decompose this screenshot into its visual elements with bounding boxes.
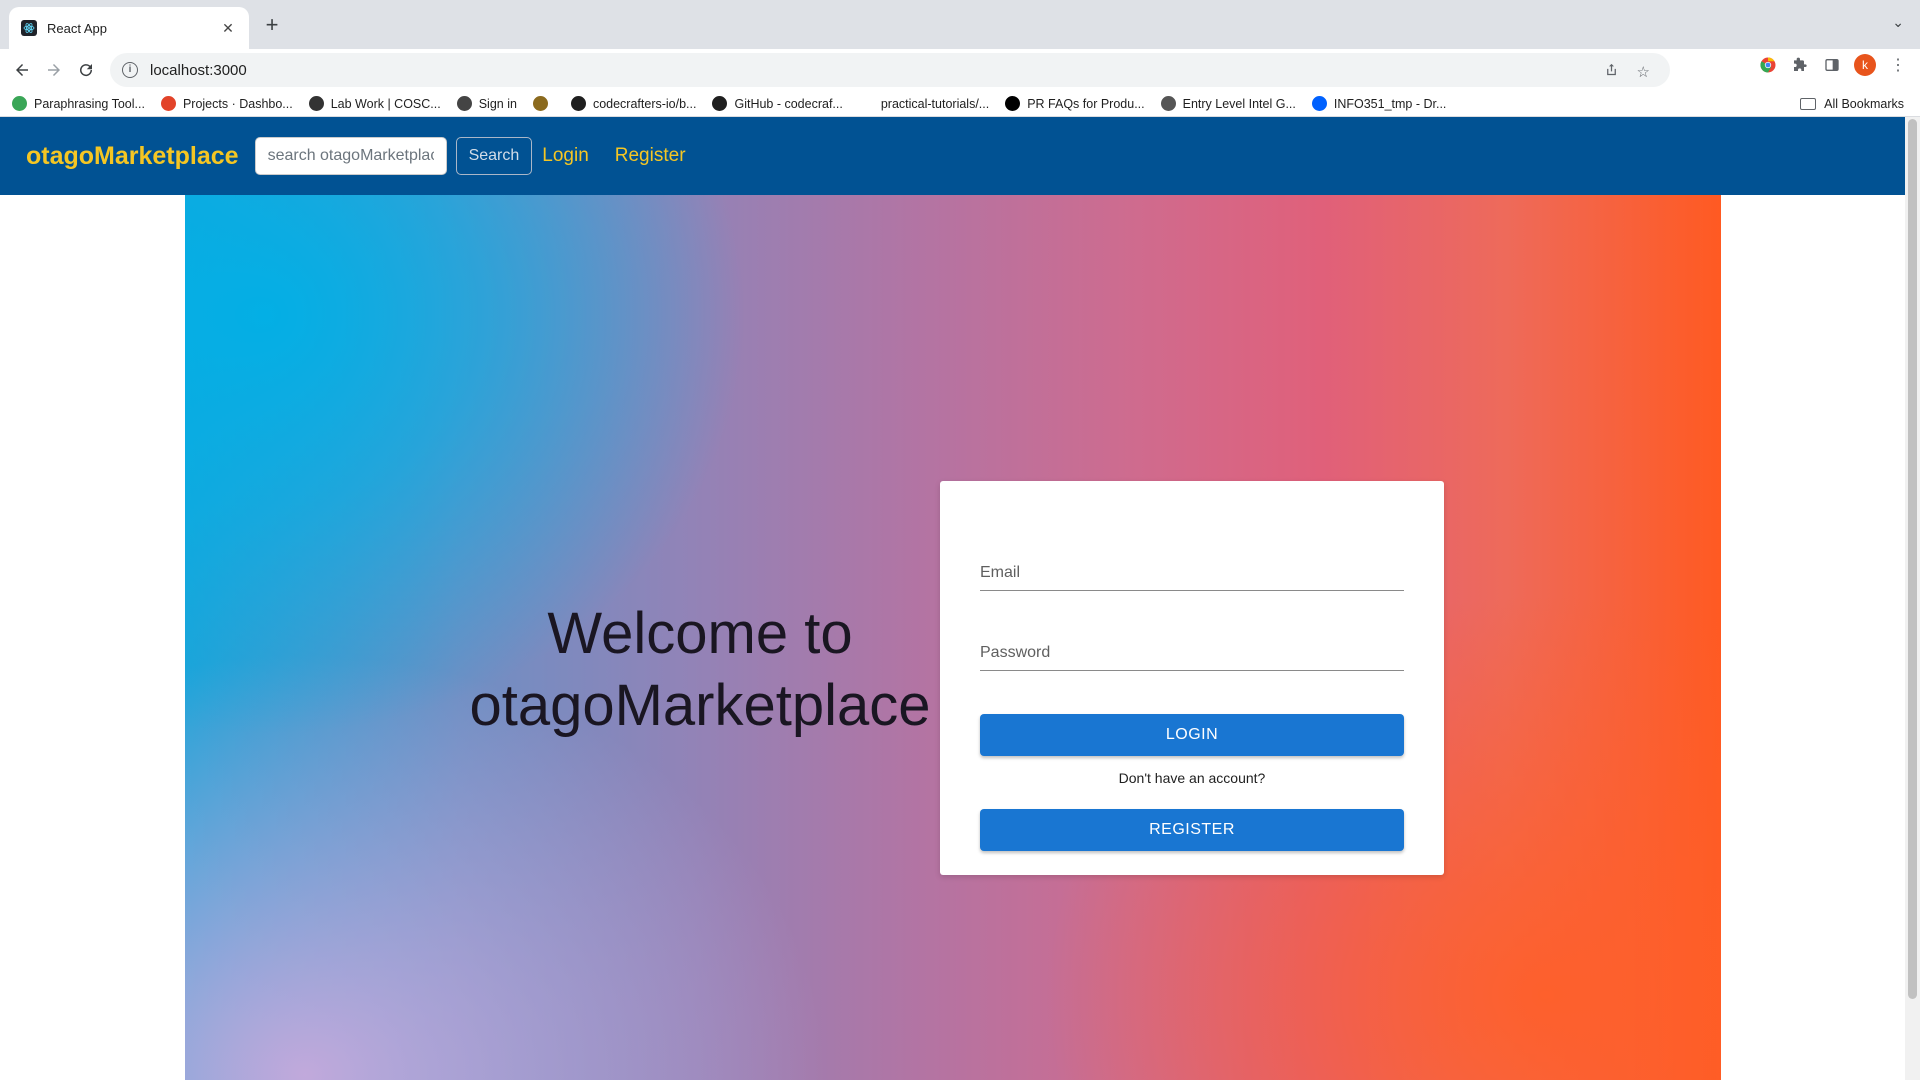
tab-title: React App [47, 20, 107, 36]
nav-login-link[interactable]: Login [542, 145, 589, 167]
bookmark-item[interactable]: Entry Level Intel G... [1160, 96, 1296, 111]
globe-icon [456, 96, 472, 111]
browser-tabstrip: React App ✕ + ⌄ [0, 0, 1920, 49]
more-menu-icon[interactable]: ⋮ [1888, 55, 1908, 75]
gitlab-icon [160, 96, 176, 111]
bookmark-label: practical-tutorials/... [880, 96, 990, 111]
blank-icon [858, 96, 874, 111]
new-tab-button[interactable]: + [258, 12, 286, 40]
login-card: Email Password LOGIN Don't have an accou… [940, 481, 1444, 875]
bookmark-item[interactable]: codecrafters-io/b... [570, 96, 697, 111]
bookmark-label: Paraphrasing Tool... [34, 96, 145, 111]
password-field[interactable]: Password [980, 641, 1404, 671]
bookmark-item[interactable] [532, 96, 555, 111]
email-field[interactable]: Email [980, 561, 1404, 591]
bookmark-label: INFO351_tmp - Dr... [1333, 96, 1447, 111]
welcome-heading: Welcome to otagoMarketplace [360, 598, 1040, 742]
bookmarks-bar: Paraphrasing Tool... Projects · Dashbo...… [0, 91, 1920, 117]
side-panel-icon[interactable] [1822, 55, 1842, 75]
brand-logo[interactable]: otagoMarketplace [26, 142, 239, 171]
bookmark-label: Sign in [478, 96, 517, 111]
address-bar[interactable]: i localhost:3000 ☆ [110, 53, 1670, 87]
dropbox-icon [1311, 96, 1327, 111]
search-input[interactable] [254, 137, 447, 175]
forward-icon[interactable] [38, 54, 70, 86]
bookmark-label: Lab Work | COSC... [330, 96, 441, 111]
bookmark-item[interactable]: Lab Work | COSC... [308, 96, 441, 111]
crest-icon [532, 96, 548, 111]
page-viewport: otagoMarketplace Search Login Register W… [0, 117, 1920, 1080]
react-icon [21, 20, 37, 36]
runner-icon [308, 96, 324, 111]
bookmark-label: codecrafters-io/b... [592, 96, 697, 111]
bookmark-item[interactable]: GitHub - codecraf... [712, 96, 843, 111]
close-tab-icon[interactable]: ✕ [219, 20, 237, 37]
bookmark-item[interactable]: Projects · Dashbo... [160, 96, 293, 111]
github-icon [712, 96, 728, 111]
bookmark-label: Entry Level Intel G... [1182, 96, 1296, 111]
bookmark-item[interactable]: PR FAQs for Produ... [1005, 96, 1145, 111]
site-info-icon[interactable]: i [122, 62, 138, 78]
welcome-line-2: otagoMarketplace [469, 673, 931, 738]
email-label: Email [980, 564, 1021, 581]
scrollbar-thumb[interactable] [1908, 119, 1917, 999]
medium-icon [1005, 96, 1021, 111]
app-navbar: otagoMarketplace Search Login Register [0, 117, 1905, 195]
welcome-line-1: Welcome to [547, 601, 853, 666]
share-icon[interactable] [1604, 62, 1619, 81]
bookmark-label: GitHub - codecraf... [734, 96, 843, 111]
puzzle-icon[interactable] [1790, 55, 1810, 75]
all-bookmarks-button[interactable]: All Bookmarks [1800, 97, 1904, 111]
github-icon [570, 96, 586, 111]
reload-icon[interactable] [70, 54, 102, 86]
page-scrollbar[interactable] [1905, 117, 1920, 1080]
all-bookmarks-label: All Bookmarks [1824, 96, 1904, 111]
nav-register-link[interactable]: Register [615, 145, 686, 167]
back-icon[interactable] [6, 54, 38, 86]
chrome-extension-icon[interactable] [1758, 55, 1778, 75]
search-button[interactable]: Search [455, 137, 533, 175]
hero-section: Welcome to otagoMarketplace Email Passwo… [185, 195, 1721, 1080]
login-button[interactable]: LOGIN [980, 714, 1404, 756]
password-label: Password [980, 644, 1051, 661]
url-text: localhost:3000 [150, 61, 247, 79]
bookmark-item[interactable]: Sign in [456, 96, 517, 111]
browser-tab[interactable]: React App ✕ [9, 7, 249, 49]
cube-icon [1160, 96, 1176, 111]
bookmark-item[interactable]: Paraphrasing Tool... [12, 96, 145, 111]
bookmark-item[interactable]: practical-tutorials/... [858, 96, 990, 111]
star-icon[interactable]: ☆ [1637, 63, 1650, 81]
paraphrasing-icon [12, 96, 27, 111]
bookmark-item[interactable]: INFO351_tmp - Dr... [1311, 96, 1447, 111]
register-button[interactable]: REGISTER [980, 809, 1404, 851]
no-account-text: Don't have an account? [1118, 770, 1266, 786]
profile-avatar[interactable]: k [1854, 54, 1876, 76]
bookmark-label: PR FAQs for Produ... [1027, 96, 1145, 111]
browser-toolbar: i localhost:3000 ☆ k ⋮ [0, 49, 1920, 91]
folder-icon [1800, 97, 1817, 110]
bookmark-label: Projects · Dashbo... [182, 96, 293, 111]
chevron-down-icon[interactable]: ⌄ [1892, 14, 1904, 31]
